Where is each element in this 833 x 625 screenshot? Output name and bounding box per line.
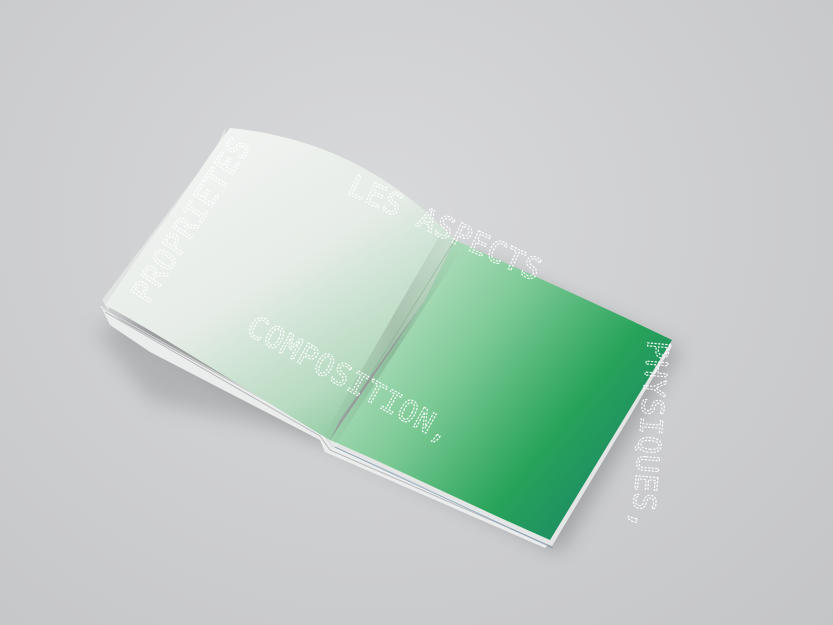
open-book-illustration: PROPRIETES LES ASPECTS COMPOSITION, PHYS… <box>95 128 680 552</box>
photo-scene: PROPRIETES LES ASPECTS COMPOSITION, PHYS… <box>0 0 833 625</box>
